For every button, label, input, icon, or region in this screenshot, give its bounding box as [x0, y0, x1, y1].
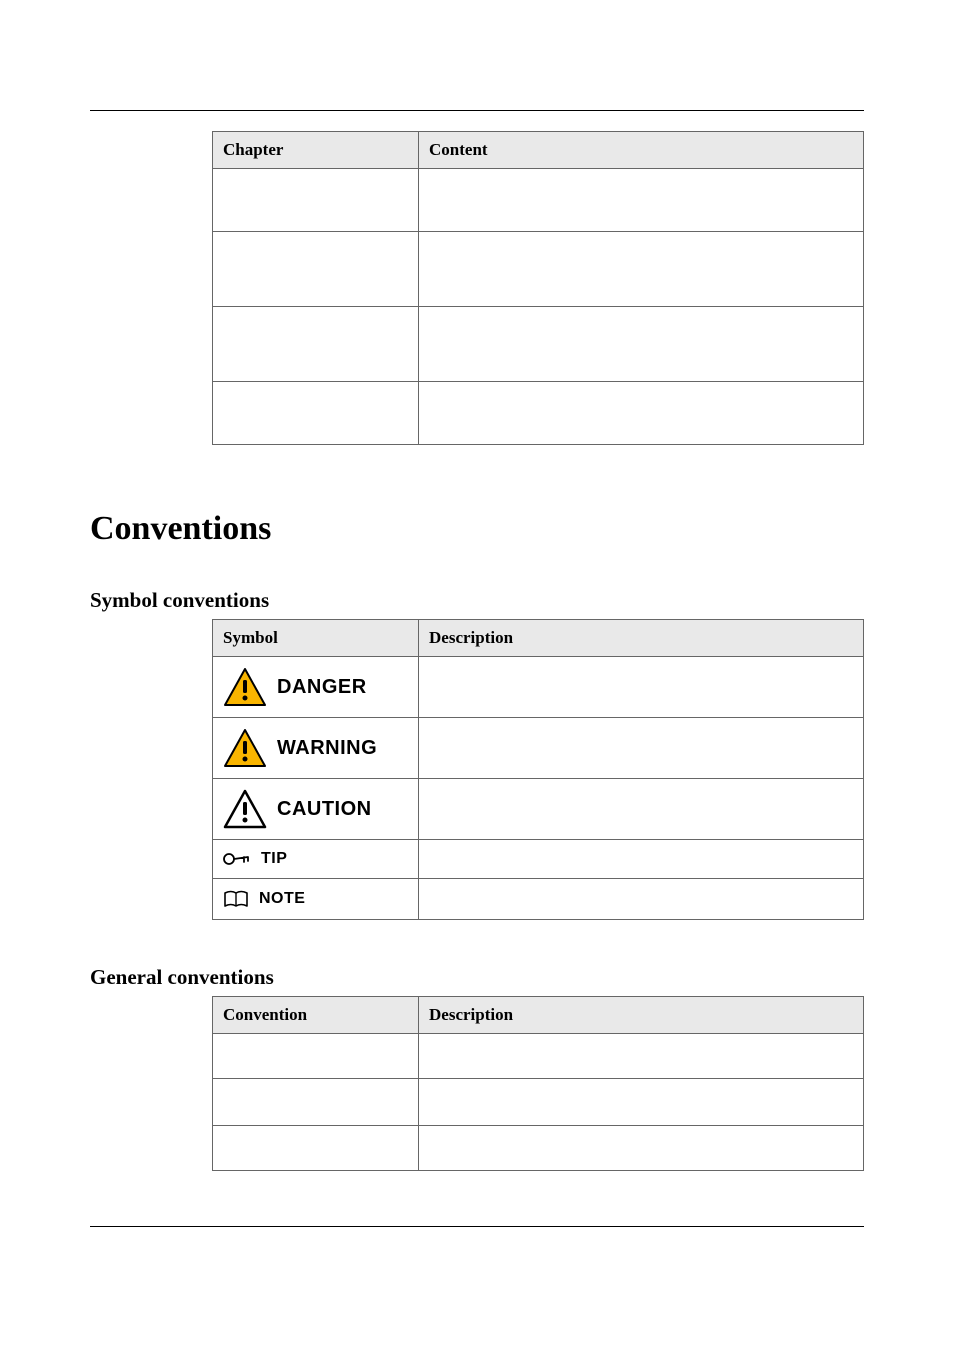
table-row: [213, 1079, 864, 1126]
caution-label: CAUTION: [277, 798, 372, 821]
danger-label: DANGER: [277, 676, 367, 699]
general-conventions-table: Convention Description: [212, 996, 864, 1171]
th-description2: Description: [419, 997, 864, 1034]
top-rule: [90, 110, 864, 111]
heading-symbol-conventions: Symbol conventions: [90, 588, 864, 613]
bottom-rule: [90, 1226, 864, 1227]
warning-label: WARNING: [277, 737, 377, 760]
table-row: CAUTION: [213, 779, 864, 840]
th-description: Description: [419, 620, 864, 657]
chapter-content-table: Chapter Content: [212, 131, 864, 445]
symbol-table: Symbol Description DANGER: [212, 619, 864, 920]
table-row: DANGER: [213, 657, 864, 718]
table-row: NOTE: [213, 879, 864, 920]
heading-general-conventions: General conventions: [90, 965, 864, 990]
tip-icon: [223, 851, 251, 867]
table-row: WARNING: [213, 718, 864, 779]
caution-icon: [223, 789, 267, 829]
table-row: [213, 307, 864, 382]
note-icon: [223, 889, 249, 909]
table-row: [213, 169, 864, 232]
heading-conventions: Conventions: [90, 510, 864, 548]
th-content: Content: [419, 132, 864, 169]
note-label: NOTE: [259, 890, 305, 908]
th-symbol: Symbol: [213, 620, 419, 657]
table-row: [213, 1126, 864, 1171]
th-convention: Convention: [213, 997, 419, 1034]
table-row: TIP: [213, 840, 864, 879]
tip-label: TIP: [261, 850, 287, 868]
table-row: [213, 232, 864, 307]
danger-icon: [223, 667, 267, 707]
warning-icon: [223, 728, 267, 768]
table-row: [213, 1034, 864, 1079]
th-chapter: Chapter: [213, 132, 419, 169]
table-row: [213, 382, 864, 445]
